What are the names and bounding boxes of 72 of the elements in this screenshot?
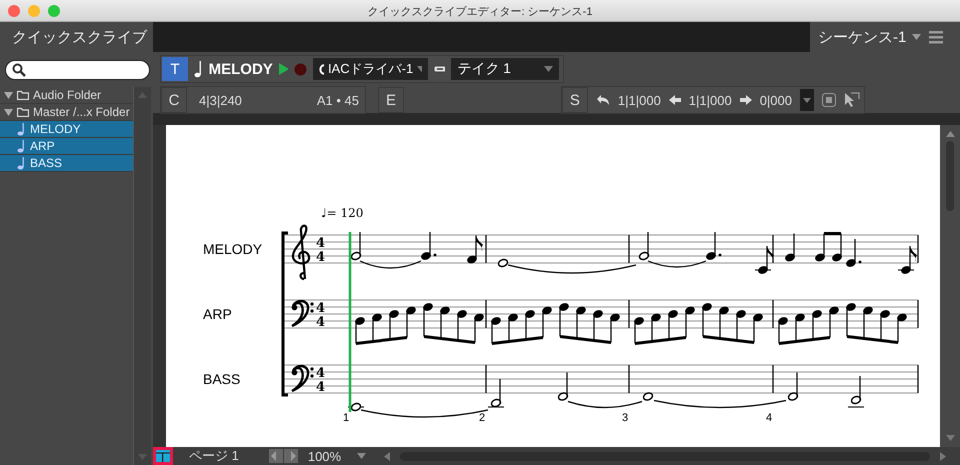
undo-icon[interactable]: [596, 94, 610, 106]
note-icon: [17, 122, 26, 136]
track-type-button[interactable]: T: [162, 57, 188, 81]
track-item[interactable]: MELODY: [0, 121, 133, 138]
scroll-right-icon[interactable]: [940, 452, 946, 460]
e-button[interactable]: E: [378, 87, 404, 113]
staff-label: ARP: [203, 306, 232, 322]
track-item[interactable]: BASS: [0, 155, 133, 172]
start-position[interactable]: 1|1|000: [618, 92, 661, 108]
measure-number: 4: [766, 412, 772, 424]
caret-icon[interactable]: [357, 453, 366, 459]
track-item[interactable]: ARP: [0, 138, 133, 155]
page-layout-icon[interactable]: [153, 447, 173, 465]
caret-icon: [544, 66, 553, 72]
expanded-triangle-icon[interactable]: [4, 92, 13, 98]
length-readout[interactable]: 0|000: [760, 92, 792, 108]
folder-icon: [17, 107, 29, 117]
close-button[interactable]: [8, 4, 20, 16]
time-signature: 4: [316, 366, 326, 381]
window-title: クイックスクライブエディター: シーケンス-1: [368, 6, 592, 18]
measure-number: 2: [479, 412, 486, 424]
bass-clef-icon: [290, 300, 314, 328]
tab[interactable]: クイックスクライブ: [0, 22, 153, 52]
search-icon: [12, 63, 26, 77]
treble-clef-icon: [292, 224, 310, 280]
time-signature: 4: [316, 301, 326, 316]
staff-label: BASS: [203, 371, 240, 387]
position-readout: 4|3|240: [199, 92, 242, 108]
output-dropdown[interactable]: IACドライバ-1: [312, 58, 428, 80]
vertical-scrollbar[interactable]: [940, 125, 960, 447]
time-signature: 4: [316, 250, 326, 265]
page-indicator: ページ 1: [189, 447, 239, 465]
note-icon: [17, 156, 26, 170]
left-arrow-icon[interactable]: [668, 95, 681, 105]
c-button[interactable]: C: [161, 87, 187, 113]
cursor-icon[interactable]: [844, 92, 860, 108]
scroll-up-icon[interactable]: [946, 131, 954, 137]
bass-clef-icon: [290, 364, 314, 392]
staff-label: MELODY: [203, 241, 262, 257]
s-button[interactable]: S: [562, 87, 588, 113]
take-dropdown[interactable]: テイク 1: [451, 58, 559, 80]
folder-icon: [17, 90, 29, 100]
right-arrow-icon[interactable]: [740, 95, 752, 105]
next-page-icon[interactable]: [284, 449, 298, 463]
playhead-line[interactable]: [348, 232, 352, 412]
time-signature: 4: [316, 380, 326, 395]
search-field[interactable]: [5, 60, 150, 80]
zoom-button[interactable]: [48, 4, 60, 16]
folder-item[interactable]: Audio Folder: [0, 87, 133, 104]
dropdown-icon[interactable]: [800, 89, 814, 111]
tempo-mark: ♩= 120: [321, 206, 364, 220]
measure-number: 3: [622, 412, 628, 424]
link-icon[interactable]: [434, 66, 446, 72]
note-icon: [194, 60, 203, 78]
pitch-readout: A1 • 45: [316, 92, 359, 108]
caret-icon: [417, 66, 422, 72]
record-icon[interactable]: [294, 62, 307, 76]
scroll-left-icon[interactable]: [384, 452, 390, 460]
note-icon: [17, 140, 26, 152]
time-signature: 4: [316, 315, 326, 330]
measure-number: 1: [343, 412, 350, 424]
stop-icon[interactable]: [822, 93, 836, 107]
menu-icon[interactable]: [929, 30, 944, 44]
expanded-triangle-icon[interactable]: [4, 108, 13, 116]
scroll-down-icon[interactable]: [946, 435, 954, 441]
play-icon[interactable]: [278, 63, 288, 75]
time-signature: 4: [316, 236, 326, 251]
track-name: MELODY: [208, 60, 273, 78]
previous-page-icon[interactable]: [268, 449, 283, 463]
end-position[interactable]: 1|1|000: [688, 92, 732, 108]
zoom-level[interactable]: 100%: [308, 448, 342, 464]
caret-icon: [912, 34, 922, 40]
